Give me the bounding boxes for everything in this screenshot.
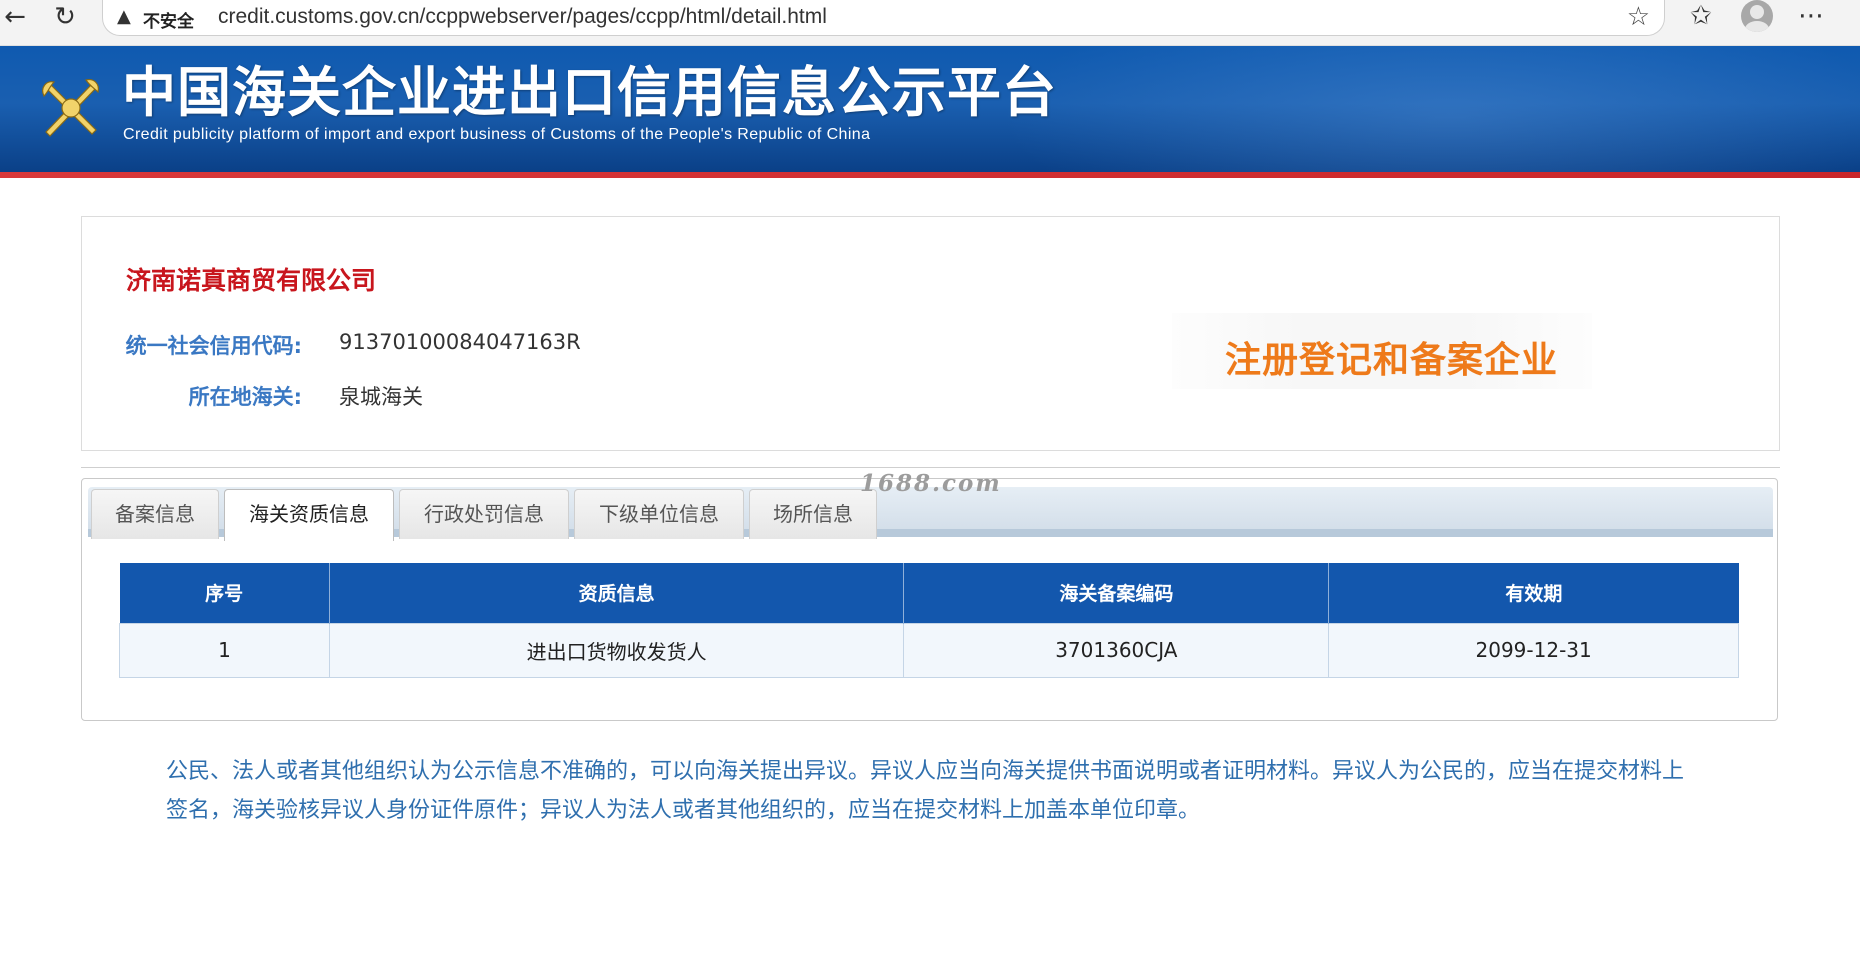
tab-customs-qualification[interactable]: 海关资质信息 bbox=[224, 489, 394, 541]
section-divider bbox=[81, 467, 1780, 468]
site-subtitle: Credit publicity platform of import and … bbox=[123, 126, 871, 143]
cell-index: 1 bbox=[119, 622, 330, 678]
reload-icon[interactable]: ↻ bbox=[50, 2, 80, 32]
qualification-table: 序号 资质信息 海关备案编码 有效期 1 进出口货物收发货人 3701360CJ… bbox=[119, 563, 1739, 678]
header-red-stripe bbox=[0, 172, 1860, 178]
customs-emblem-icon bbox=[42, 79, 99, 137]
company-name: 济南诺真商贸有限公司 bbox=[126, 266, 377, 295]
cell-qualification: 进出口货物收发货人 bbox=[328, 622, 905, 678]
column-header-index: 序号 bbox=[119, 563, 330, 623]
warning-triangle-icon: ▲ bbox=[117, 6, 131, 27]
back-arrow-icon[interactable]: ← bbox=[0, 2, 30, 32]
customs-office-label: 所在地海关: bbox=[188, 385, 302, 409]
column-header-validity: 有效期 bbox=[1328, 563, 1739, 623]
site-title: 中国海关企业进出口信用信息公示平台 bbox=[122, 61, 1057, 124]
column-header-qualification: 资质信息 bbox=[329, 563, 905, 623]
more-menu-icon[interactable]: ⋯ bbox=[1798, 0, 1824, 32]
cell-filing-code: 3701360CJA bbox=[903, 622, 1330, 678]
table-header-row: 序号 资质信息 海关备案编码 有效期 bbox=[119, 563, 1739, 623]
address-bar[interactable]: ▲ 不安全 credit.customs.gov.cn/ccppwebserve… bbox=[102, 0, 1665, 36]
tab-premises-info[interactable]: 场所信息 bbox=[749, 489, 877, 539]
url-text[interactable]: credit.customs.gov.cn/ccppwebserver/page… bbox=[218, 5, 827, 29]
objection-notice: 公民、法人或者其他组织认为公示信息不准确的，可以向海关提出异议。异议人应当向海关… bbox=[166, 759, 1685, 823]
favorites-icon[interactable]: ✩ bbox=[1690, 0, 1712, 32]
browser-toolbar: ← ↻ ▲ 不安全 credit.customs.gov.cn/ccppwebs… bbox=[0, 0, 1860, 46]
customs-office-value: 泉城海关 bbox=[339, 385, 423, 409]
credit-code-value: 91370100084047163R bbox=[339, 330, 581, 354]
profile-avatar[interactable] bbox=[1741, 0, 1773, 32]
tab-filing-info[interactable]: 备案信息 bbox=[91, 489, 219, 539]
security-warning[interactable]: 不安全 bbox=[143, 7, 194, 32]
registration-status-text: 注册登记和备案企业 bbox=[1225, 340, 1559, 381]
column-header-filing-code: 海关备案编码 bbox=[903, 563, 1330, 623]
cell-validity: 2099-12-31 bbox=[1328, 622, 1739, 678]
tab-subordinate-units[interactable]: 下级单位信息 bbox=[574, 489, 744, 539]
credit-code-label: 统一社会信用代码: bbox=[125, 334, 302, 358]
table-row: 1 进出口货物收发货人 3701360CJA 2099-12-31 bbox=[119, 622, 1739, 678]
favorite-star-icon[interactable]: ☆ bbox=[1627, 2, 1650, 32]
registration-status-stamp: 注册登记和备案企业 bbox=[1172, 313, 1592, 389]
company-info-panel: 济南诺真商贸有限公司 统一社会信用代码: 91370100084047163R … bbox=[81, 216, 1780, 451]
tab-administrative-penalty[interactable]: 行政处罚信息 bbox=[399, 489, 569, 539]
watermark: 1688.com bbox=[860, 470, 1002, 497]
